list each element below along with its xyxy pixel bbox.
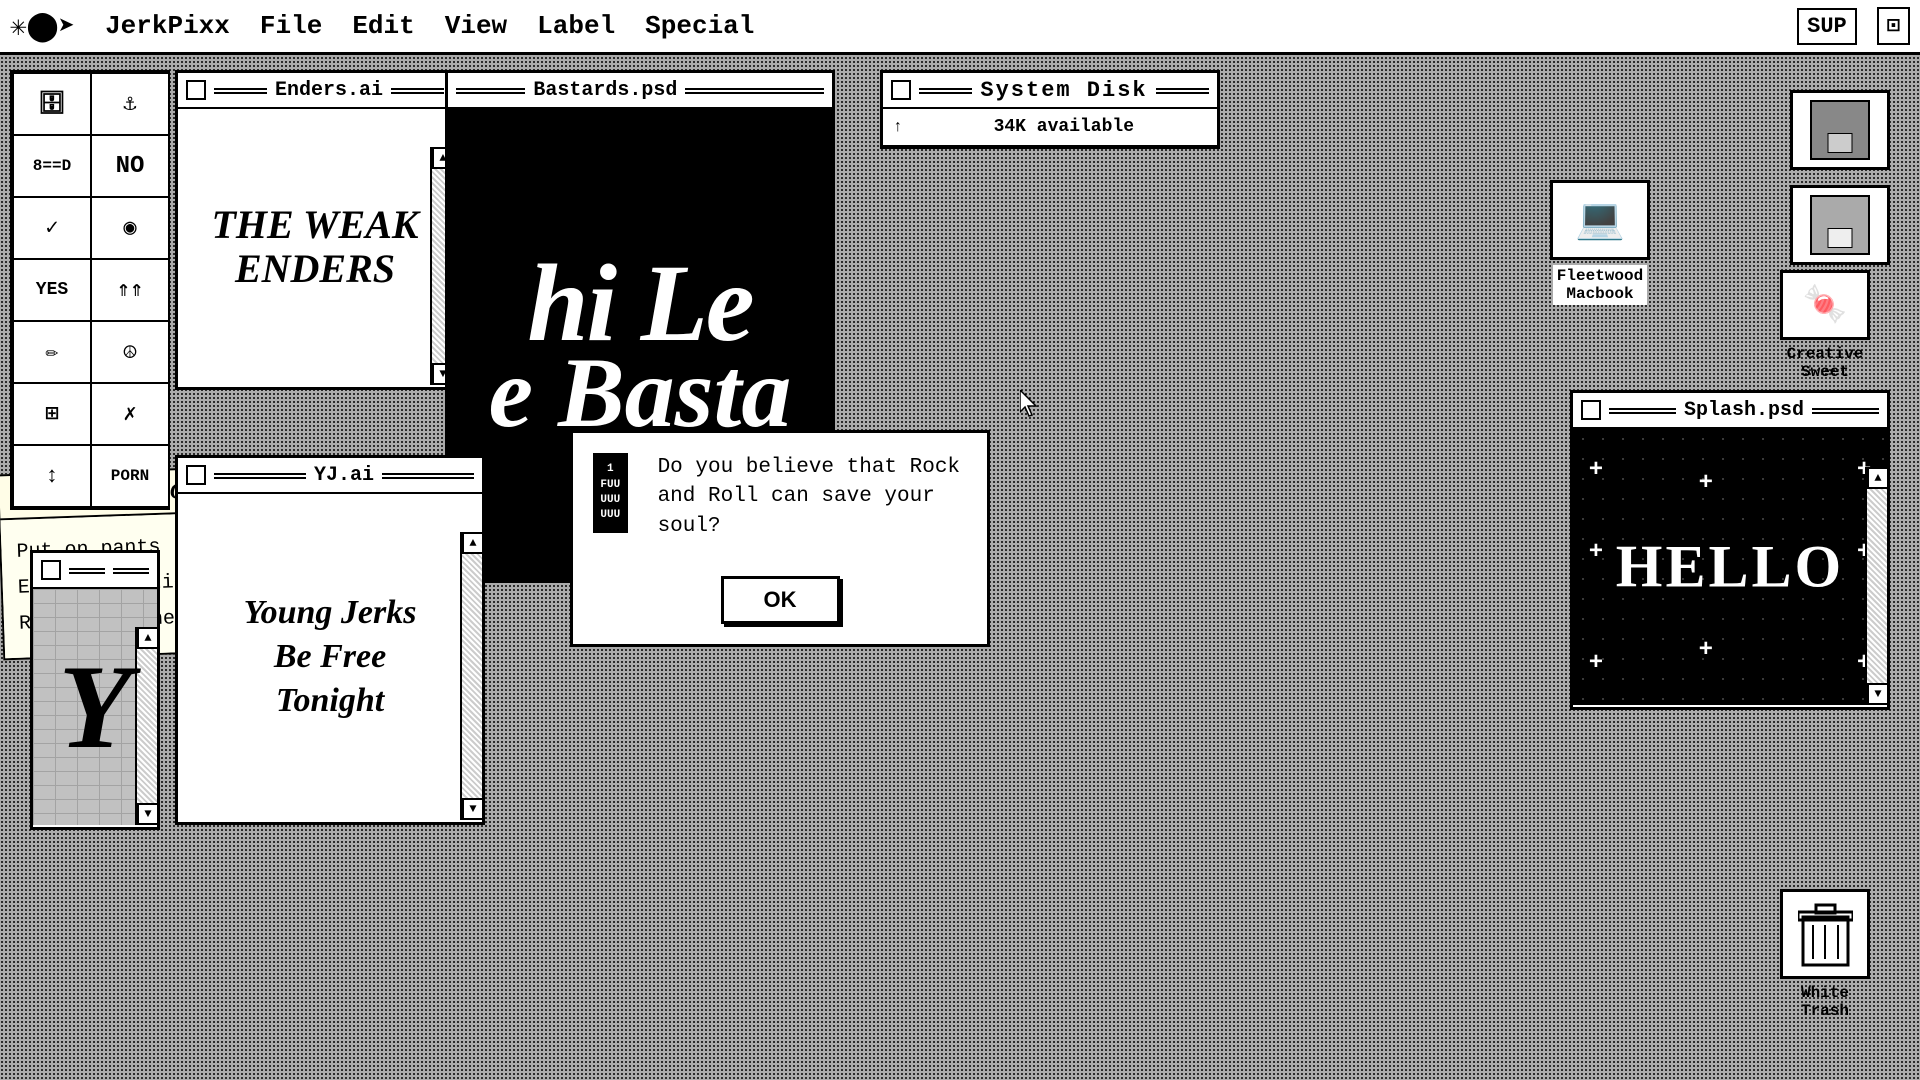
splash-close[interactable] <box>1581 400 1601 420</box>
tool-no[interactable]: NO <box>91 135 169 197</box>
menu-logo: ✳⬤➤ <box>10 9 75 44</box>
menu-view[interactable]: View <box>445 11 507 41</box>
menu-bar: ✳⬤➤ JerkPixx File Edit View Label Specia… <box>0 0 1920 55</box>
enders-window: Enders.ai THE WEAK ENDERS ▲ ▼ <box>175 70 455 390</box>
yj-line2: Be Free <box>244 635 417 679</box>
y-icon-window: Y ▲ ▼ <box>30 550 160 830</box>
floppy-disk-icon-1[interactable] <box>1790 90 1890 170</box>
menu-app-name[interactable]: JerkPixx <box>105 11 230 41</box>
y-title-bar <box>33 553 157 589</box>
y-scroll-up[interactable]: ▲ <box>137 627 159 649</box>
yj-scrollbar: ▲ ▼ <box>460 532 482 820</box>
sys-lines-right <box>1156 86 1209 94</box>
system-disk-title: System Disk <box>980 78 1147 103</box>
enders-content: THE WEAK ENDERS <box>178 109 452 385</box>
bastards-text: hi Le e Basta <box>489 257 792 436</box>
yj-scroll-down[interactable]: ▼ <box>462 798 482 820</box>
tool-yes[interactable]: YES <box>13 259 91 321</box>
bastards-title-bar: Bastards.psd <box>448 73 832 109</box>
tool-porn[interactable]: PORN <box>91 445 169 507</box>
yj-content: Young Jerks Be Free Tonight <box>178 494 482 820</box>
enders-title: Enders.ai <box>275 79 383 102</box>
tool-peace[interactable]: ☮ <box>91 321 169 383</box>
fleetwood-icon-image: 💻 <box>1550 180 1650 260</box>
yj-title: YJ.ai <box>314 464 374 487</box>
tool-pen[interactable]: ✏ <box>13 321 91 383</box>
enders-lines-left <box>214 86 267 94</box>
tool-disk[interactable]: 🗄 <box>13 73 91 135</box>
splash-scroll-up[interactable]: ▲ <box>1867 467 1889 489</box>
enders-close[interactable] <box>186 80 206 100</box>
system-disk-controls: ↑ 34K available <box>883 109 1217 146</box>
splash-hello-text: HELLO <box>1616 533 1844 602</box>
y-close[interactable] <box>41 560 61 580</box>
dialog-icon: 1FUUUUUUUU <box>593 453 628 533</box>
tool-8d[interactable]: 8==D <box>13 135 91 197</box>
system-disk-title-bar: System Disk <box>883 73 1217 109</box>
y-icon-content: Y ▲ ▼ <box>33 589 157 825</box>
tool-updown[interactable]: ↕ <box>13 445 91 507</box>
menu-file[interactable]: File <box>260 11 322 41</box>
sup-icon[interactable]: SUP <box>1797 8 1857 45</box>
bastards-title: Bastards.psd <box>533 79 677 102</box>
dialog-inner: 1FUUUUUUUU Do you believe that Rock and … <box>593 453 967 561</box>
menu-right-icons: SUP ⊡ <box>1797 7 1910 45</box>
yj-lines-left <box>214 471 306 479</box>
y-scroll-down[interactable]: ▼ <box>137 803 159 825</box>
tool-arrows[interactable]: ⇑⇑ <box>91 259 169 321</box>
creative-sweet-image: 🍬 <box>1780 270 1870 340</box>
system-disk-available: 34K available <box>911 117 1217 137</box>
splash-lines-left <box>1609 406 1676 414</box>
white-trash-image <box>1780 889 1870 979</box>
fleetwood-macbook-icon[interactable]: 💻 FleetwoodMacbook <box>1530 180 1670 305</box>
dialog-icon-text: 1FUUUUUUUU <box>600 462 620 524</box>
fleetwood-label: FleetwoodMacbook <box>1553 265 1647 305</box>
bastards-lines-left <box>456 86 525 94</box>
tool-x[interactable]: ✗ <box>91 383 169 445</box>
splash-scrollbar: ▲ ▼ <box>1865 467 1887 705</box>
yj-line1: Young Jerks <box>244 591 417 635</box>
yj-lines-right <box>382 471 474 479</box>
white-trash-label: WhiteTrash <box>1760 984 1890 1020</box>
tool-palette: 🗄 ⚓ 8==D NO ✓ ◉ YES ⇑⇑ ✏ ☮ ⊞ ✗ ↕ PORN <box>10 70 170 510</box>
tool-grid[interactable]: ⊞ <box>13 383 91 445</box>
splash-title: Splash.psd <box>1684 399 1804 422</box>
monitor-icon[interactable]: ⊡ <box>1877 7 1910 45</box>
splash-content: + + + + + + + + HELLO ▲ ▼ <box>1573 429 1887 705</box>
disk-icons-right <box>1790 90 1890 265</box>
system-disk-close[interactable] <box>891 80 911 100</box>
dialog-ok-button[interactable]: OK <box>721 576 840 624</box>
white-trash-icon[interactable]: WhiteTrash <box>1760 889 1890 1020</box>
yj-close[interactable] <box>186 465 206 485</box>
big-y-letter: Y <box>58 638 131 776</box>
creative-sweet-label: CreativeSweet <box>1760 345 1890 381</box>
trash-can-svg <box>1798 902 1853 967</box>
system-disk-window: System Disk ↑ 34K available <box>880 70 1220 149</box>
dialog-message: Do you believe that Rock and Roll can sa… <box>658 453 967 541</box>
tool-eye[interactable]: ◉ <box>91 197 169 259</box>
menu-edit[interactable]: Edit <box>352 11 414 41</box>
y-lines-right <box>113 566 149 574</box>
splash-window: Splash.psd + + + + + + + + HELLO ▲ ▼ <box>1570 390 1890 710</box>
creative-sweet-icon[interactable]: 🍬 CreativeSweet <box>1760 270 1890 381</box>
splash-title-bar: Splash.psd <box>1573 393 1887 429</box>
tool-check[interactable]: ✓ <box>13 197 91 259</box>
splash-lines-right <box>1812 406 1879 414</box>
menu-label[interactable]: Label <box>537 11 615 41</box>
y-lines-left <box>69 566 105 574</box>
splash-scroll-down[interactable]: ▼ <box>1867 683 1889 705</box>
yj-line3: Tonight <box>244 679 417 723</box>
tool-anchor[interactable]: ⚓ <box>91 73 169 135</box>
bastards-lines-right <box>685 86 824 94</box>
floppy-disk-icon-2[interactable] <box>1790 185 1890 265</box>
y-scrollbar: ▲ ▼ <box>135 627 157 825</box>
enders-lines-right <box>391 86 444 94</box>
yj-scroll-up[interactable]: ▲ <box>462 532 482 554</box>
yj-title-bar: YJ.ai <box>178 458 482 494</box>
menu-special[interactable]: Special <box>645 11 754 41</box>
dialog-box: 1FUUUUUUUU Do you believe that Rock and … <box>570 430 990 647</box>
sys-lines-left <box>919 86 972 94</box>
yj-window: YJ.ai Young Jerks Be Free Tonight ▲ ▼ <box>175 455 485 825</box>
enders-title-bar: Enders.ai <box>178 73 452 109</box>
